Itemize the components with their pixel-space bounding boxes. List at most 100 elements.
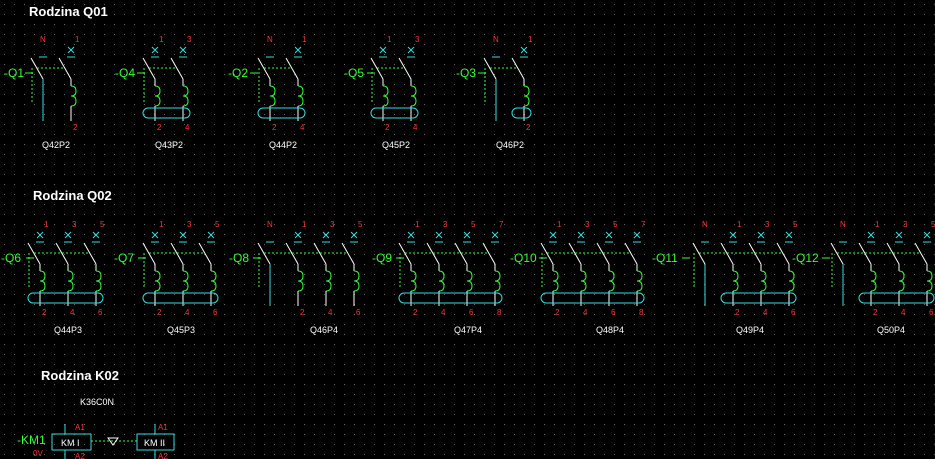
output-label: 2 <box>873 308 878 317</box>
output-label: 6 <box>791 308 796 317</box>
output-label: 6 <box>213 308 218 317</box>
pole-label: N <box>40 35 46 44</box>
pole-label: N <box>840 220 846 229</box>
breaker-name: Q44P2 <box>269 140 297 150</box>
breaker-name: Q46P4 <box>310 325 338 335</box>
pole-label: 1 <box>159 35 164 44</box>
breaker-tag: -Q12 <box>792 251 819 265</box>
pole-label: 3 <box>415 35 420 44</box>
output-label: 2 <box>526 123 531 132</box>
pole-label: 3 <box>585 220 590 229</box>
breaker-tag: -Q9 <box>372 251 392 265</box>
pole-label: 3 <box>187 220 192 229</box>
breaker-tag: -Q1 <box>4 66 24 80</box>
breaker-tag: -Q7 <box>114 251 134 265</box>
output-label: 4 <box>300 123 305 132</box>
output-label: 6 <box>929 308 934 317</box>
pole-label: 3 <box>187 35 192 44</box>
breaker-name: Q44P3 <box>54 325 82 335</box>
relay-name: K36C0N <box>80 397 114 407</box>
breaker-tag: -Q3 <box>456 66 476 80</box>
output-label: 6 <box>98 308 103 317</box>
breaker-tag: -Q11 <box>652 251 678 265</box>
output-label: 2 <box>157 123 162 132</box>
output-label: 6 <box>611 308 616 317</box>
family-title-q02: Rodzina Q02 <box>33 188 112 203</box>
pole-label: 5 <box>100 220 105 229</box>
pole-label: N <box>702 220 708 229</box>
pole-label: 1 <box>415 220 420 229</box>
pole-label: N <box>267 35 273 44</box>
pole-label: 5 <box>471 220 476 229</box>
output-label: 2 <box>385 123 390 132</box>
breaker-name: Q50P4 <box>877 325 905 335</box>
output-label: 8 <box>639 308 644 317</box>
output-label: 2 <box>73 123 78 132</box>
relay-pin-a1: A1 <box>75 423 85 432</box>
pole-label: 5 <box>793 220 798 229</box>
relay-tag: -KM1 <box>17 433 46 447</box>
output-label: 2 <box>272 123 277 132</box>
breaker-tag: -Q5 <box>344 66 364 80</box>
breaker-name: Q42P2 <box>42 140 70 150</box>
pole-label: 1 <box>159 220 164 229</box>
breaker-name: Q49P4 <box>736 325 764 335</box>
output-label: 4 <box>413 123 418 132</box>
output-label: 2 <box>555 308 560 317</box>
breaker-name: Q47P4 <box>454 325 482 335</box>
pole-label: 5 <box>358 220 363 229</box>
breaker-tag: -Q2 <box>228 66 248 80</box>
output-label: 4 <box>901 308 906 317</box>
pole-label: 3 <box>765 220 770 229</box>
pole-label: 1 <box>875 220 880 229</box>
output-label: 4 <box>70 308 75 317</box>
pole-label: 1 <box>75 35 80 44</box>
output-label: 4 <box>583 308 588 317</box>
pole-label: 3 <box>72 220 77 229</box>
schematic-canvas[interactable]: Rodzina Q01 Rodzina Q02 Rodzina K02 -Q1 N… <box>0 0 935 459</box>
relay-coil-a-label: KM I <box>61 438 80 448</box>
pole-label: 3 <box>443 220 448 229</box>
output-label: 2 <box>157 308 162 317</box>
breaker-name: Q43P2 <box>155 140 183 150</box>
pole-label: N <box>267 220 273 229</box>
output-label: 2 <box>42 308 47 317</box>
output-label: 4 <box>185 308 190 317</box>
family-title-q01: Rodzina Q01 <box>29 4 108 19</box>
output-label: 2 <box>735 308 740 317</box>
pole-label: 1 <box>302 35 307 44</box>
breaker-name: Q46P2 <box>496 140 524 150</box>
breaker-tag: -Q10 <box>510 251 537 265</box>
pole-label: 5 <box>215 220 220 229</box>
pole-label: 3 <box>903 220 908 229</box>
pole-label: 3 <box>330 220 335 229</box>
output-label: 8 <box>497 308 502 317</box>
breaker-tag: -Q8 <box>229 251 249 265</box>
pole-label: 1 <box>737 220 742 229</box>
pole-label: 1 <box>557 220 562 229</box>
output-label: 4 <box>185 123 190 132</box>
pole-label: 1 <box>387 35 392 44</box>
relay-pin-b2: A2 <box>158 452 168 459</box>
relay-coil-b-label: KM II <box>144 438 165 448</box>
output-label: 2 <box>300 308 305 317</box>
output-label: 6 <box>469 308 474 317</box>
breaker-name: Q45P3 <box>167 325 195 335</box>
breaker-tag: -Q4 <box>115 66 135 80</box>
pole-label: 1 <box>528 35 533 44</box>
pole-label: 1 <box>302 220 307 229</box>
breaker-name: Q45P2 <box>382 140 410 150</box>
pole-label: 5 <box>613 220 618 229</box>
output-label: 4 <box>763 308 768 317</box>
pole-label: 1 <box>44 220 49 229</box>
relay-pin-a2: A2 <box>75 452 85 459</box>
output-label: 2 <box>413 308 418 317</box>
output-label: 6 <box>356 308 361 317</box>
breaker-tag: -Q6 <box>1 251 21 265</box>
output-label: 4 <box>441 308 446 317</box>
pole-label: N <box>493 35 499 44</box>
relay-pin-b1: A1 <box>158 423 168 432</box>
pole-label: 7 <box>641 220 646 229</box>
breaker-name: Q48P4 <box>596 325 624 335</box>
pole-label: 7 <box>499 220 504 229</box>
